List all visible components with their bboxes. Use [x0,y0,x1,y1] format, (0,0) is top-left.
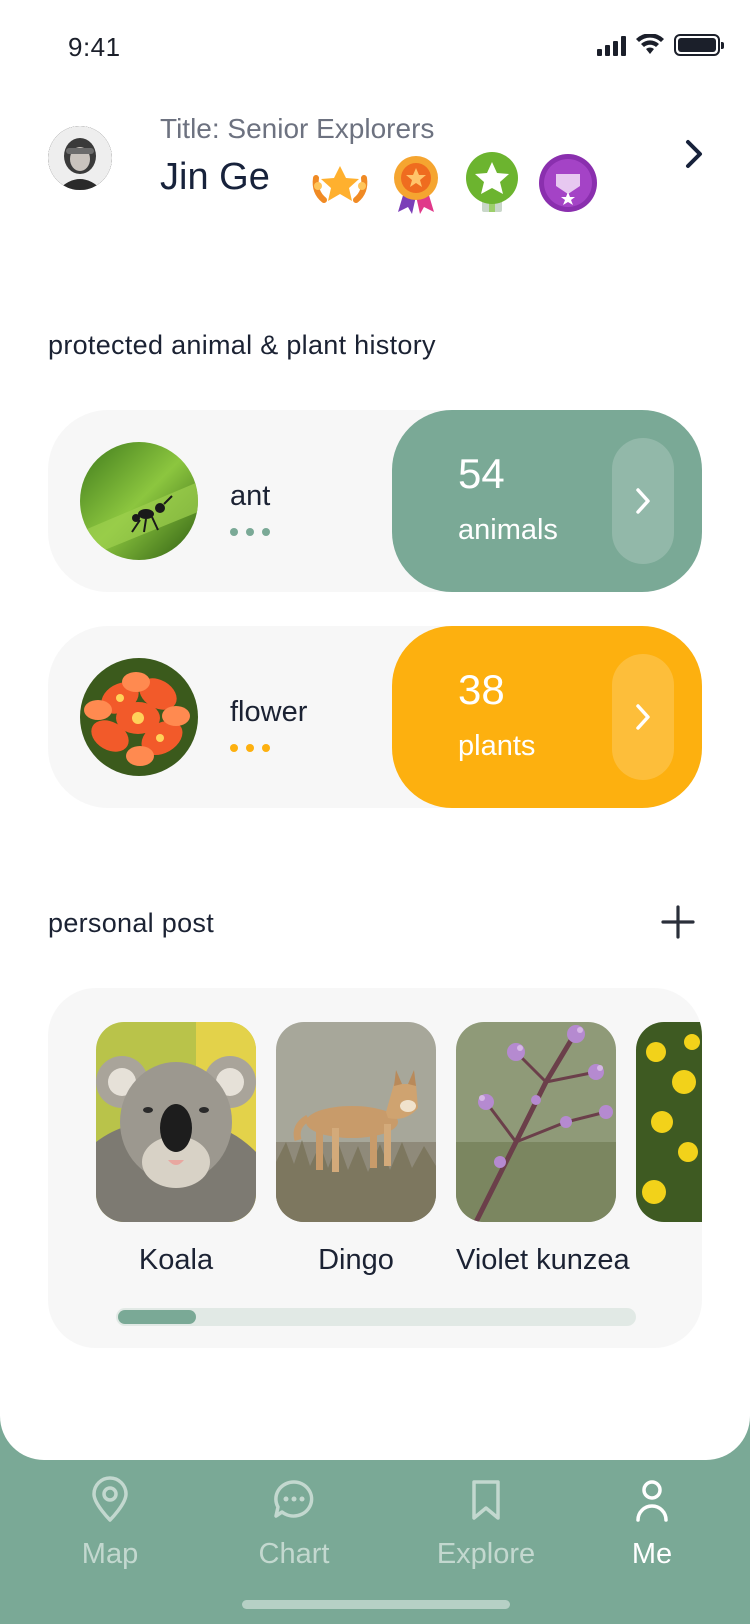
nav-label: Map [81,1538,139,1570]
chevron-right-icon [636,704,650,730]
more-dots-icon[interactable] [230,744,270,752]
cellular-signal-icon [597,34,626,56]
nav-label: Chart [258,1538,330,1570]
violet-kunzea-image [456,1022,616,1222]
animals-unit: animals [458,514,558,546]
main-screen: 9:41 Title: Senior Explorers Jin Ge prot… [0,0,750,1460]
post-track: Koala Dingo Violet kunzea [96,1022,702,1277]
profile-title: Title: Senior Explorers [160,113,435,144]
carousel-scroll-thumb[interactable] [118,1310,196,1324]
bookmark-icon [472,1480,500,1520]
medal-badge-icon[interactable] [386,152,446,214]
nav-label: Me [631,1538,673,1570]
history-heading: protected animal & plant history [48,330,436,360]
history-card-animals[interactable]: ant 54 animals [48,410,702,592]
nav-item-explore[interactable]: Explore [406,1476,566,1571]
post-carousel[interactable]: Koala Dingo Violet kunzea [48,988,702,1348]
wifi-icon [636,34,664,54]
animals-count-panel[interactable]: 54 animals [392,410,702,592]
post-name: Dingo [318,1244,394,1276]
animals-count: 54 [458,450,505,497]
flower-image [80,658,198,776]
nav-item-me[interactable]: Me [572,1476,732,1571]
map-pin-icon [92,1476,128,1522]
plants-count: 38 [458,666,505,713]
ant-image [80,442,198,560]
post-card[interactable]: Koala [96,1022,256,1277]
green-star-badge-icon[interactable] [462,152,522,214]
plants-count-panel[interactable]: 38 plants [392,626,702,808]
home-indicator [242,1600,510,1609]
add-post-icon[interactable] [660,904,696,940]
plants-arrow-button[interactable] [612,654,674,780]
carousel-scrollbar[interactable] [116,1308,636,1326]
history-card-plants[interactable]: flower 38 plants [48,626,702,808]
nav-label: Explore [436,1538,536,1570]
nav-item-chart[interactable]: Chart [214,1476,374,1571]
status-time: 9:41 [68,32,121,62]
post-name: Violet kunzea [456,1244,630,1276]
posts-heading: personal post [48,908,215,938]
more-dots-icon[interactable] [230,528,270,536]
person-icon [636,1480,668,1522]
avatar[interactable] [48,126,112,190]
post-card[interactable]: Dingo [276,1022,436,1277]
status-icons [597,34,724,56]
animals-arrow-button[interactable] [612,438,674,564]
battery-icon [674,34,724,56]
post-name: t [636,1244,702,1277]
history-label: ant [230,480,271,512]
profile-name: Jin Ge [160,156,270,198]
badge-list [310,152,598,214]
nav-item-map[interactable]: Map [30,1476,190,1571]
chat-bubble-icon [274,1480,314,1518]
post-card[interactable]: t [636,1022,702,1277]
history-label: flower [230,696,308,728]
profile-chevron-icon[interactable] [678,134,708,174]
plants-unit: plants [458,730,536,762]
chevron-right-icon [636,488,650,514]
purple-rank-badge-icon[interactable] [538,152,598,214]
post-name: Koala [138,1244,214,1276]
koala-image [96,1022,256,1222]
laurel-star-badge-icon[interactable] [310,152,370,214]
post-card[interactable]: Violet kunzea [456,1022,630,1277]
yellow-flower-image [636,1022,702,1222]
dingo-image [276,1022,436,1222]
